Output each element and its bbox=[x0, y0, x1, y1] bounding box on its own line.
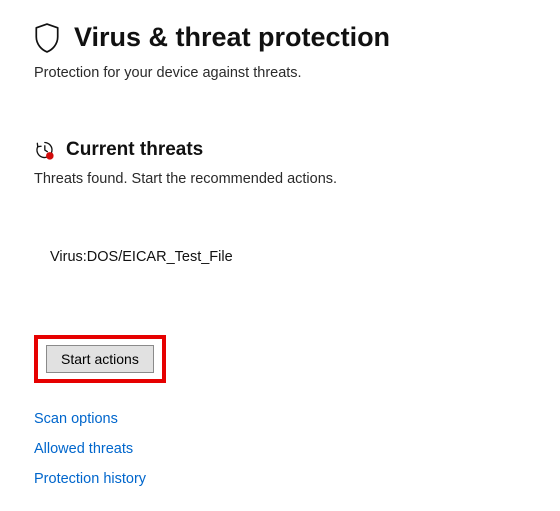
start-actions-button[interactable]: Start actions bbox=[46, 345, 154, 373]
links-group: Scan options Allowed threats Protection … bbox=[34, 411, 526, 487]
section-title: Current threats bbox=[66, 139, 203, 161]
threat-item[interactable]: Virus:DOS/EICAR_Test_File bbox=[50, 249, 526, 265]
protection-history-link[interactable]: Protection history bbox=[34, 471, 526, 487]
scan-options-link[interactable]: Scan options bbox=[34, 411, 526, 427]
section-subtitle: Threats found. Start the recommended act… bbox=[34, 171, 526, 187]
threat-list: Virus:DOS/EICAR_Test_File bbox=[34, 249, 526, 265]
history-alert-icon bbox=[34, 140, 54, 160]
page-title: Virus & threat protection bbox=[74, 22, 390, 53]
current-threats-section: Current threats Threats found. Start the… bbox=[34, 139, 526, 487]
shield-icon bbox=[34, 23, 60, 53]
annotation-highlight: Start actions bbox=[34, 335, 166, 383]
allowed-threats-link[interactable]: Allowed threats bbox=[34, 441, 526, 457]
page-subtitle: Protection for your device against threa… bbox=[34, 65, 526, 81]
page-header: Virus & threat protection bbox=[34, 22, 526, 53]
